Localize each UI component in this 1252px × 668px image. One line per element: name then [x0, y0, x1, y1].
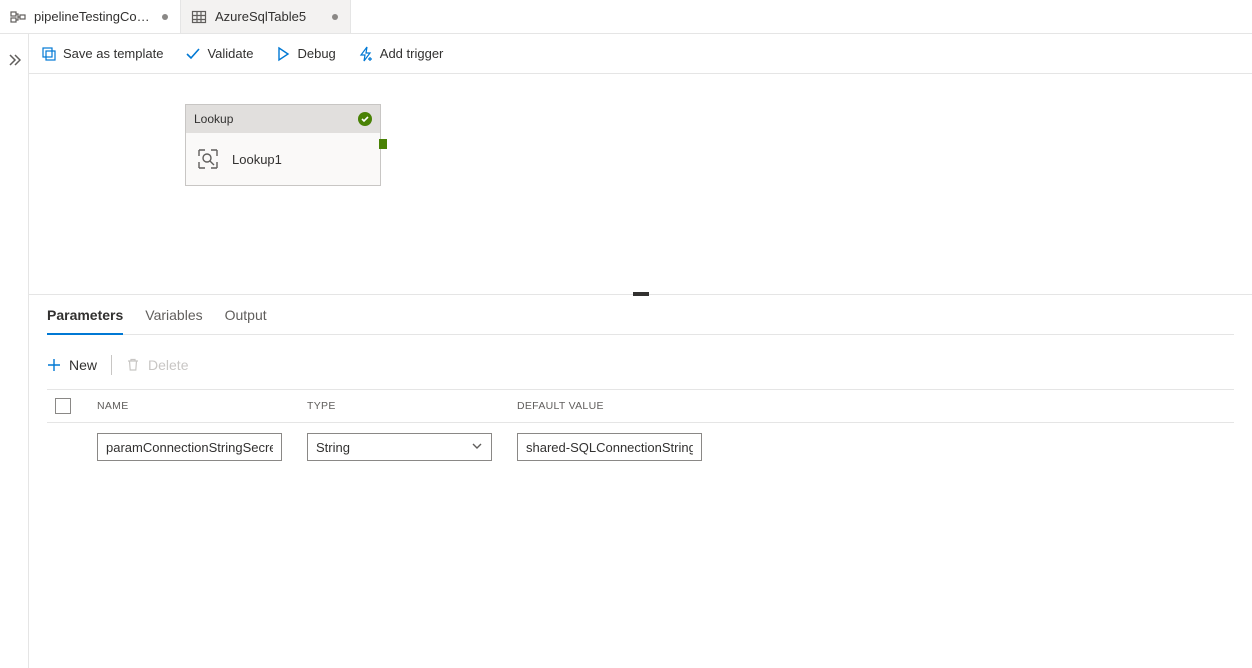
status-success-icon: [358, 112, 372, 126]
plus-icon: [47, 358, 61, 372]
toolbar-label: Debug: [297, 46, 335, 61]
column-name: NAME: [97, 400, 297, 412]
button-label: Delete: [148, 357, 188, 373]
activity-type-label: Lookup: [194, 112, 233, 126]
table-row: String: [47, 423, 1234, 471]
dirty-dot-icon: [162, 14, 168, 20]
panel-drag-handle[interactable]: [633, 292, 649, 296]
details-panel: Parameters Variables Output New: [29, 294, 1252, 668]
divider: [111, 355, 112, 375]
column-default-value: DEFAULT VALUE: [517, 400, 717, 412]
parameters-table: NAME TYPE DEFAULT VALUE String: [47, 389, 1234, 471]
table-header-row: NAME TYPE DEFAULT VALUE: [47, 389, 1234, 423]
activity-header: Lookup: [186, 105, 380, 133]
lookup-icon: [196, 147, 220, 171]
tab-azuresqltable[interactable]: AzureSqlTable5: [181, 0, 351, 33]
toolbar-label: Add trigger: [380, 46, 444, 61]
parameters-toolbar: New Delete: [47, 355, 1234, 375]
activity-body: Lookup1: [186, 133, 380, 185]
validate-button[interactable]: Validate: [185, 46, 253, 62]
check-icon: [185, 46, 201, 62]
toolbar: Save as template Validate Debug: [29, 34, 1252, 74]
selected-value: String: [316, 440, 350, 455]
tab-parameters[interactable]: Parameters: [47, 297, 123, 335]
editor-area: Save as template Validate Debug: [28, 34, 1252, 668]
panel-tabs: Parameters Variables Output: [47, 295, 1234, 335]
lightning-icon: [358, 46, 374, 62]
collapse-sidebar-button[interactable]: [0, 40, 28, 80]
table-icon: [191, 9, 207, 25]
parameter-default-value-input[interactable]: [517, 433, 702, 461]
column-type: TYPE: [307, 400, 507, 412]
parameter-type-select[interactable]: String: [307, 433, 492, 461]
panel-tab-label: Output: [225, 307, 267, 323]
panel-tab-label: Parameters: [47, 307, 123, 323]
tab-label: AzureSqlTable5: [215, 9, 306, 24]
tab-label: pipelineTestingCom…: [34, 9, 154, 24]
dirty-dot-icon: [332, 14, 338, 20]
pipeline-icon: [10, 9, 26, 25]
panel-tab-label: Variables: [145, 307, 202, 323]
tab-output[interactable]: Output: [225, 297, 267, 335]
save-as-template-button[interactable]: Save as template: [41, 46, 163, 62]
activity-name-label: Lookup1: [232, 152, 282, 167]
activity-lookup-node[interactable]: Lookup Lookup1: [185, 104, 381, 186]
tab-variables[interactable]: Variables: [145, 297, 202, 335]
save-template-icon: [41, 46, 57, 62]
add-trigger-button[interactable]: Add trigger: [358, 46, 444, 62]
canvas[interactable]: Lookup Lookup1: [29, 74, 1252, 294]
play-icon: [275, 46, 291, 62]
toolbar-label: Save as template: [63, 46, 163, 61]
chevron-down-icon: [471, 440, 483, 455]
tab-strip: pipelineTestingCom… AzureSqlTable5: [0, 0, 1252, 34]
debug-button[interactable]: Debug: [275, 46, 335, 62]
button-label: New: [69, 357, 97, 373]
parameter-name-input[interactable]: [97, 433, 282, 461]
toolbar-label: Validate: [207, 46, 253, 61]
trash-icon: [126, 358, 140, 372]
new-parameter-button[interactable]: New: [47, 357, 97, 373]
delete-parameter-button[interactable]: Delete: [126, 357, 188, 373]
activity-output-connector[interactable]: [379, 139, 387, 149]
select-all-checkbox[interactable]: [55, 398, 71, 414]
chevron-double-right-icon: [7, 53, 21, 67]
tab-pipeline[interactable]: pipelineTestingCom…: [0, 0, 181, 33]
